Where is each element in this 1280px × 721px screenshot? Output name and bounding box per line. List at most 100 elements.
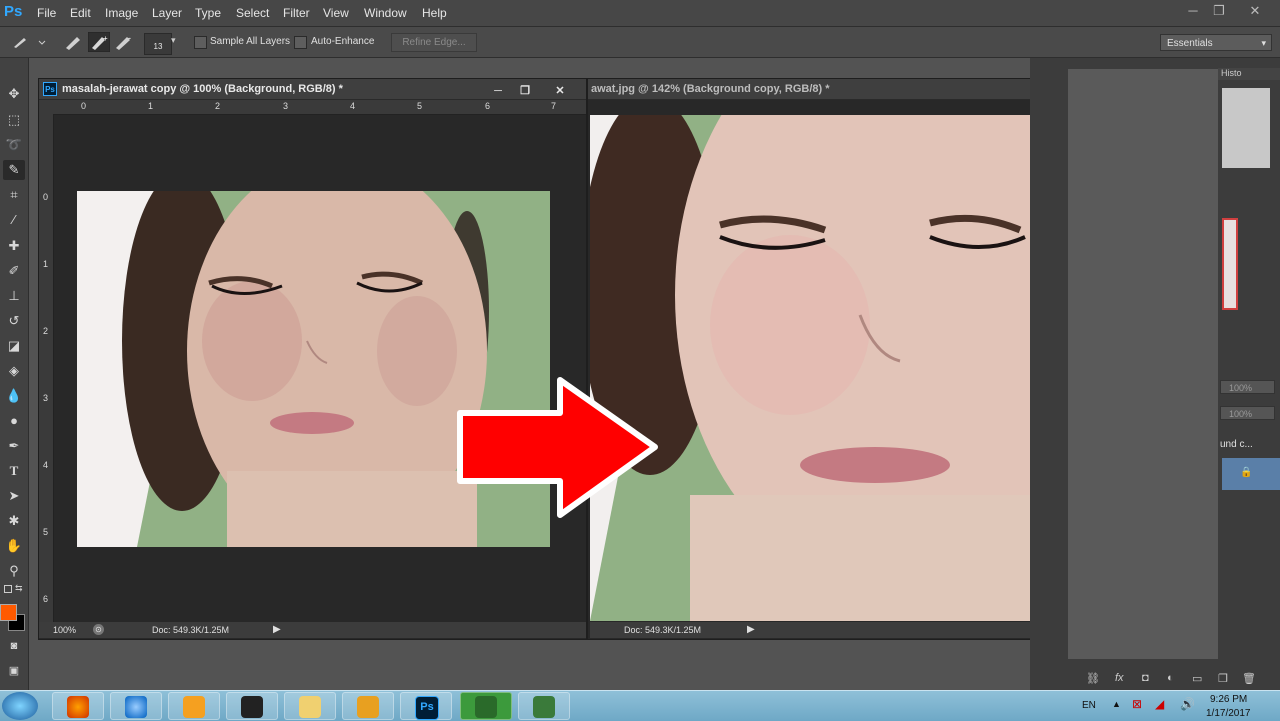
- workspace-select[interactable]: Essentials ▾: [1160, 34, 1272, 51]
- status-menu-arrow-icon[interactable]: ▶: [273, 622, 281, 638]
- volume-icon[interactable]: 🔊: [1180, 697, 1195, 711]
- show-hidden-icons[interactable]: ▲: [1112, 699, 1121, 709]
- opacity-field[interactable]: 100%: [1220, 380, 1275, 394]
- taskbar-ie[interactable]: [110, 692, 162, 720]
- layer-thumbnail[interactable]: [1222, 218, 1238, 310]
- menu-help[interactable]: Help: [422, 6, 447, 20]
- taskbar-media-classic[interactable]: [226, 692, 278, 720]
- mask-icon[interactable]: ◘: [1142, 672, 1149, 684]
- start-button[interactable]: [2, 692, 38, 720]
- move-tool-icon[interactable]: ✥: [3, 84, 25, 104]
- folder-icon[interactable]: ▭: [1192, 672, 1202, 685]
- healing-brush-tool-icon[interactable]: ✚: [3, 236, 25, 256]
- zoom-level[interactable]: 100%: [53, 622, 76, 638]
- type-tool-icon[interactable]: T: [3, 461, 25, 481]
- pen-tool-icon[interactable]: ✒: [3, 436, 25, 456]
- clock-time[interactable]: 9:26 PM: [1210, 694, 1247, 705]
- fill-field[interactable]: 100%: [1220, 406, 1275, 420]
- foreground-color-swatch[interactable]: [0, 604, 17, 621]
- taskbar-explorer[interactable]: [284, 692, 336, 720]
- clock-date[interactable]: 1/17/2017: [1206, 708, 1251, 719]
- blur-tool-icon[interactable]: 💧: [3, 386, 25, 406]
- adjustment-icon[interactable]: ◐: [1167, 672, 1174, 684]
- sample-all-layers-checkbox[interactable]: [194, 36, 207, 49]
- ruler-label: 3: [43, 393, 49, 403]
- taskbar-media[interactable]: [168, 692, 220, 720]
- options-bar: + - 13 ▾ Sample All Layers Auto-Enhance …: [0, 27, 1280, 58]
- taskbar-photoshop[interactable]: Ps: [400, 692, 452, 720]
- menu-type[interactable]: Type: [195, 6, 221, 20]
- trash-icon[interactable]: 🗑: [1242, 672, 1256, 685]
- taskbar-camtasia-2[interactable]: [518, 692, 570, 720]
- history-brush-tool-icon[interactable]: ↺: [3, 311, 25, 331]
- status-info-icon[interactable]: ⊙: [93, 624, 104, 635]
- quick-selection-tool-icon[interactable]: ✎: [3, 160, 25, 180]
- doc-restore-button[interactable]: ❐: [514, 83, 536, 99]
- subtract-selection-brush-icon[interactable]: -: [113, 33, 135, 51]
- new-layer-icon[interactable]: ❐: [1218, 672, 1228, 685]
- taskbar-winamp[interactable]: [342, 692, 394, 720]
- clone-stamp-tool-icon[interactable]: ⊥: [3, 286, 25, 306]
- shape-tool-icon[interactable]: ✱: [3, 511, 25, 531]
- menu-image[interactable]: Image: [105, 6, 138, 20]
- refine-edge-button[interactable]: Refine Edge...: [391, 33, 477, 52]
- eraser-tool-icon[interactable]: ◪: [3, 336, 25, 356]
- histo-tab[interactable]: Histo: [1221, 68, 1242, 78]
- menu-view[interactable]: View: [323, 6, 349, 20]
- eyedropper-tool-icon[interactable]: ⁄: [3, 210, 25, 230]
- doc-size-info: Doc: 549.3K/1.25M: [624, 625, 702, 635]
- marquee-tool-icon[interactable]: ⬚: [3, 110, 25, 130]
- brush-tool-icon[interactable]: ✐: [3, 261, 25, 281]
- menu-window[interactable]: Window: [364, 6, 407, 20]
- dodge-tool-icon[interactable]: ●: [3, 411, 25, 431]
- ruler-label: 0: [43, 192, 49, 202]
- menu-select[interactable]: Select: [236, 6, 269, 20]
- brush-size-picker[interactable]: 13: [144, 33, 172, 55]
- crop-tool-icon[interactable]: ⌗: [3, 185, 25, 205]
- app-close-button[interactable]: ✕: [1244, 3, 1266, 19]
- panel-tabs[interactable]: Histo: [1218, 68, 1280, 80]
- hand-tool-icon[interactable]: ✋: [3, 536, 25, 556]
- menu-file[interactable]: File: [37, 6, 56, 20]
- selected-layer-row[interactable]: 🔒: [1222, 458, 1280, 490]
- zoom-tool-icon[interactable]: ⚲: [3, 561, 25, 581]
- document-title-bar[interactable]: Ps masalah-jerawat copy @ 100% (Backgrou…: [39, 79, 586, 100]
- fx-icon[interactable]: fx: [1115, 672, 1124, 684]
- network-error-icon[interactable]: ⊠: [1132, 697, 1142, 711]
- app-minimize-button[interactable]: ─: [1182, 3, 1204, 19]
- tool-preset-icon[interactable]: [12, 35, 46, 49]
- workspace-select-label: Essentials: [1167, 38, 1213, 49]
- internet-explorer-icon: [125, 696, 147, 718]
- taskbar-camtasia-1[interactable]: [460, 692, 512, 720]
- swatches-grid[interactable]: [1222, 88, 1270, 168]
- add-to-selection-brush-icon[interactable]: +: [88, 32, 110, 52]
- screen-mode-icon[interactable]: ▣: [3, 661, 25, 681]
- new-selection-brush-icon[interactable]: [63, 33, 85, 51]
- path-selection-tool-icon[interactable]: ➤: [3, 486, 25, 506]
- menu-layer[interactable]: Layer: [152, 6, 182, 20]
- quick-mask-icon[interactable]: ◙: [3, 636, 25, 656]
- brush-picker-arrow-icon[interactable]: ▾: [171, 35, 176, 46]
- menu-filter[interactable]: Filter: [283, 6, 310, 20]
- status-menu-arrow-icon[interactable]: ▶: [747, 622, 755, 638]
- language-indicator[interactable]: EN: [1082, 700, 1096, 711]
- lasso-tool-icon[interactable]: ➰: [3, 135, 25, 155]
- link-icon[interactable]: ⛓: [1086, 672, 1100, 685]
- signal-icon[interactable]: ◢: [1155, 697, 1164, 711]
- taskbar-firefox[interactable]: [52, 692, 104, 720]
- auto-enhance-checkbox[interactable]: [294, 36, 307, 49]
- sample-all-layers-label: Sample All Layers: [210, 36, 291, 47]
- menu-edit[interactable]: Edit: [70, 6, 91, 20]
- paint-bucket-tool-icon[interactable]: ◈: [3, 361, 25, 381]
- photoshop-icon: Ps: [415, 696, 439, 720]
- default-colors-icon[interactable]: [4, 585, 12, 593]
- layer-name[interactable]: und c...: [1220, 439, 1253, 450]
- tools-panel: ✥ ⬚ ➰ ✎ ⌗ ⁄ ✚ ✐ ⊥ ↺ ◪ ◈ 💧 ● ✒ T ➤ ✱ ✋ ⚲ …: [0, 58, 29, 690]
- recorder-icon: [533, 696, 555, 718]
- doc-minimize-button[interactable]: ─: [487, 83, 509, 99]
- doc-close-button[interactable]: ✕: [549, 83, 571, 99]
- status-bar: 100% ⊙ Doc: 549.3K/1.25M ▶: [39, 622, 586, 638]
- app-restore-button[interactable]: ❐: [1208, 3, 1230, 19]
- swap-colors-icon[interactable]: ⇆: [15, 583, 23, 594]
- ruler-label: 1: [148, 101, 154, 111]
